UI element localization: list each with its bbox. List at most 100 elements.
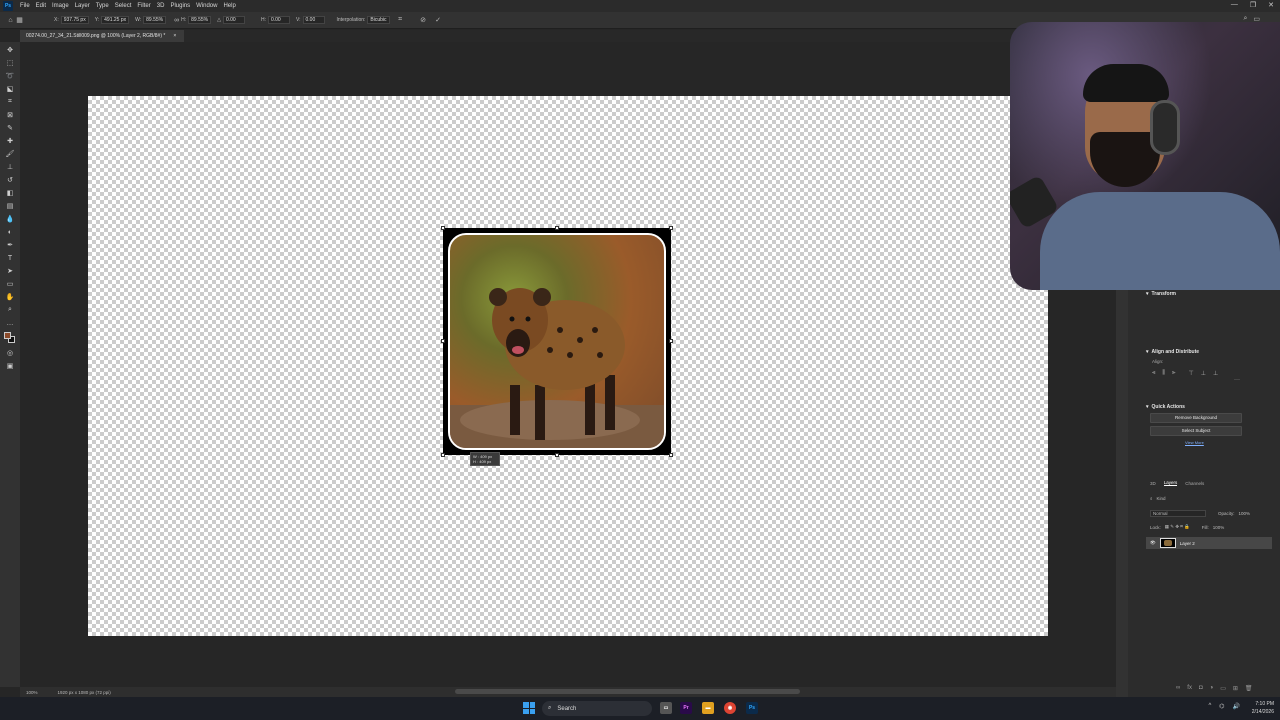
chevron-up-icon[interactable]: ^	[1208, 703, 1211, 710]
align-bottom-icon[interactable]: ⊥	[1213, 370, 1218, 377]
chevron-down-icon[interactable]: ▾	[1146, 291, 1149, 297]
menu-layer[interactable]: Layer	[72, 3, 93, 9]
remove-background-button[interactable]: Remove Background	[1150, 413, 1242, 423]
interpolation-select[interactable]: Bicubic	[367, 16, 390, 24]
brush-tool-icon[interactable]: 🖌	[5, 150, 15, 158]
transform-handle-top-left[interactable]	[441, 226, 445, 230]
move-tool-icon[interactable]: ✥	[5, 46, 15, 54]
layer-row[interactable]: 👁 Layer 2	[1146, 537, 1272, 549]
pen-tool-icon[interactable]: ✒	[5, 241, 15, 249]
link-layers-icon[interactable]: ∞	[1176, 685, 1180, 692]
clone-stamp-tool-icon[interactable]: ⊥	[5, 163, 15, 171]
eraser-tool-icon[interactable]: ◧	[5, 189, 15, 197]
close-icon[interactable]: ✕	[1268, 1, 1274, 9]
network-icon[interactable]: ⌬	[1219, 703, 1224, 710]
adjustment-layer-icon[interactable]: ◑	[1210, 685, 1214, 692]
opacity-value[interactable]: 100%	[1239, 511, 1251, 516]
transform-handle-left[interactable]	[441, 339, 445, 343]
menu-filter[interactable]: Filter	[134, 3, 153, 9]
fill-value[interactable]: 100%	[1213, 525, 1225, 530]
gradient-tool-icon[interactable]: ▤	[5, 202, 15, 210]
lasso-tool-icon[interactable]: ➰	[5, 72, 15, 80]
align-left-icon[interactable]: ⫷	[1152, 370, 1155, 377]
tab-channels[interactable]: Channels	[1185, 481, 1204, 486]
visibility-eye-icon[interactable]: 👁	[1150, 540, 1156, 546]
reference-point-icon[interactable]: ▦	[15, 16, 24, 25]
document-tab-close-icon[interactable]: ×	[173, 30, 176, 42]
transformed-layer[interactable]	[441, 226, 673, 457]
path-selection-tool-icon[interactable]: ➤	[5, 267, 15, 275]
group-icon[interactable]: ▭	[1220, 685, 1226, 692]
menu-window[interactable]: Window	[193, 3, 220, 9]
align-right-icon[interactable]: ⫸	[1172, 370, 1175, 377]
transform-handle-right[interactable]	[669, 339, 673, 343]
warp-icon[interactable]: ⌗	[396, 16, 405, 25]
y-position-input[interactable]: 491.25 px	[101, 16, 130, 24]
crop-tool-icon[interactable]: ⌗	[5, 98, 15, 106]
view-more-link[interactable]: View More	[1185, 440, 1280, 445]
transform-handle-top[interactable]	[555, 226, 559, 230]
file-explorer-icon[interactable]: ▬	[702, 702, 714, 714]
color-swatches[interactable]	[4, 332, 16, 344]
link-icon[interactable]: ∞	[172, 16, 181, 25]
layer-name[interactable]: Layer 2	[1180, 541, 1195, 546]
chrome-icon[interactable]: ◉	[724, 702, 736, 714]
frame-tool-icon[interactable]: ⊠	[5, 111, 15, 119]
marquee-tool-icon[interactable]: ⬚	[5, 59, 15, 67]
menu-help[interactable]: Help	[220, 3, 238, 9]
select-subject-button[interactable]: Select Subject	[1150, 426, 1242, 436]
new-layer-icon[interactable]: ⊞	[1233, 685, 1238, 692]
tab-layers[interactable]: Layers	[1163, 480, 1178, 486]
hskew-input[interactable]: 0.00	[267, 16, 290, 24]
blend-mode-select[interactable]: Normal	[1150, 510, 1206, 517]
align-top-icon[interactable]: ⊤	[1189, 370, 1194, 377]
menu-image[interactable]: Image	[49, 3, 72, 9]
angle-input[interactable]: 0.00	[222, 16, 245, 24]
more-tools-icon[interactable]: …	[5, 319, 15, 327]
home-icon[interactable]: ⌂	[6, 16, 15, 25]
commit-transform-icon[interactable]: ✓	[434, 16, 443, 25]
menu-file[interactable]: File	[17, 3, 33, 9]
volume-icon[interactable]: 🔊	[1233, 703, 1240, 710]
align-center-v-icon[interactable]: ⊥	[1201, 370, 1206, 377]
foreground-color-swatch[interactable]	[4, 332, 11, 339]
search-icon[interactable]: ⌕	[1150, 496, 1153, 501]
transform-handle-bottom[interactable]	[555, 453, 559, 457]
align-center-h-icon[interactable]: ⫼	[1162, 370, 1165, 377]
chevron-down-icon[interactable]: ▾	[1146, 349, 1149, 355]
menu-plugins[interactable]: Plugins	[167, 3, 193, 9]
hand-tool-icon[interactable]: ✋	[5, 293, 15, 301]
taskbar-clock[interactable]: 7:10 PM 2/14/2026	[1252, 700, 1274, 716]
healing-brush-tool-icon[interactable]: ✚	[5, 137, 15, 145]
menu-3d[interactable]: 3D	[154, 3, 168, 9]
type-tool-icon[interactable]: T	[5, 254, 15, 262]
document-tab[interactable]: 00274.00_27_34_21.Still009.png @ 100% (L…	[20, 30, 185, 42]
lock-icons[interactable]: ▦ ✎ ✥ ⌗ 🔒	[1165, 524, 1190, 530]
more-options-icon[interactable]: ···	[1146, 377, 1280, 383]
x-position-input[interactable]: 937.75 px	[60, 16, 89, 24]
trash-icon[interactable]: 🗑	[1245, 685, 1253, 692]
zoom-level[interactable]: 100%	[26, 690, 38, 695]
cancel-transform-icon[interactable]: ⊘	[419, 16, 428, 25]
screen-mode-icon[interactable]: ▣	[5, 362, 15, 370]
menu-select[interactable]: Select	[112, 3, 135, 9]
blur-tool-icon[interactable]: 💧	[5, 215, 15, 223]
premiere-app-icon[interactable]: Pr	[680, 702, 692, 714]
task-view-icon[interactable]: ▭	[660, 702, 672, 714]
eyedropper-tool-icon[interactable]: ✎	[5, 124, 15, 132]
height-input[interactable]: 89.55%	[188, 16, 212, 24]
width-input[interactable]: 89.55%	[143, 16, 167, 24]
photoshop-app-icon[interactable]: Ps	[746, 702, 758, 714]
chevron-down-icon[interactable]: ▾	[1146, 404, 1149, 410]
minimize-icon[interactable]: —	[1231, 1, 1238, 9]
horizontal-scrollbar[interactable]	[455, 689, 800, 694]
dodge-tool-icon[interactable]: ◐	[5, 228, 15, 236]
quick-mask-icon[interactable]: ◎	[5, 349, 15, 357]
tab-3d[interactable]: 3D	[1150, 481, 1156, 486]
object-selection-tool-icon[interactable]: ⬕	[5, 85, 15, 93]
vskew-input[interactable]: 0.00	[302, 16, 325, 24]
rectangle-tool-icon[interactable]: ▭	[5, 280, 15, 288]
layer-kind-filter[interactable]: Kind	[1157, 496, 1166, 501]
history-brush-tool-icon[interactable]: ↺	[5, 176, 15, 184]
start-button[interactable]	[523, 702, 535, 714]
